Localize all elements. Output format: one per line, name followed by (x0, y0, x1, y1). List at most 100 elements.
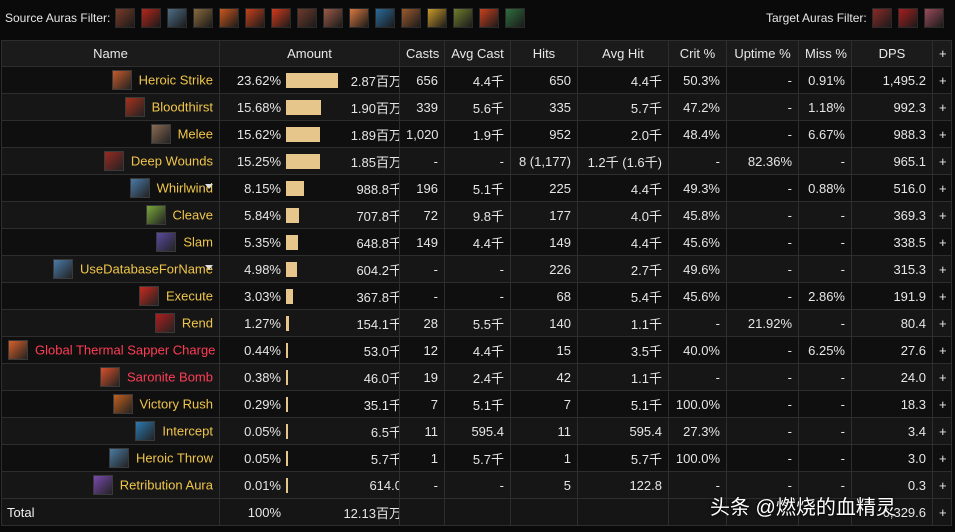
header-name[interactable]: Name (1, 40, 220, 67)
row-add-button[interactable]: + (932, 66, 952, 94)
table-row[interactable]: Slam 5.35% 648.8千 149 4.4千 149 4.4千 45.6% - -338.… (1, 228, 952, 256)
ability-name-cell[interactable]: Melee (1, 120, 220, 148)
arm-icon[interactable] (323, 8, 344, 28)
row-add-button[interactable]: + (932, 390, 952, 418)
table-row[interactable]: Global Thermal Sapper Charge 0.44% 53.0千 12… (1, 336, 952, 364)
row-add-button[interactable]: + (932, 201, 952, 229)
ability-name: Execute (166, 288, 213, 304)
sunder-icon[interactable] (923, 8, 944, 28)
chevron-down-icon[interactable] (205, 265, 213, 270)
ability-name-cell[interactable]: Victory Rush (1, 390, 220, 418)
ability-name-cell[interactable]: Slam (1, 228, 220, 256)
ability-name-cell[interactable]: UseDatabaseForName (1, 255, 220, 283)
row-add-button[interactable]: + (932, 228, 952, 256)
table-row[interactable]: Heroic Strike 23.62% 2.87百万 656 4.4千 650 4.4千 5… (1, 66, 952, 94)
crit-cell: 27.3% (668, 417, 727, 445)
rend-icon[interactable] (897, 8, 918, 28)
ability-name-cell[interactable]: Heroic Strike (1, 66, 220, 94)
total-hits (510, 498, 578, 526)
rage-icon[interactable] (271, 8, 292, 28)
ability-name-cell[interactable]: Whirlwind (1, 174, 220, 202)
crossed-blades-icon[interactable] (167, 8, 188, 28)
flame-hand-icon[interactable] (219, 8, 240, 28)
row-add-button[interactable]: + (932, 309, 952, 337)
row-add-button[interactable]: + (932, 174, 952, 202)
demon-icon[interactable] (401, 8, 422, 28)
header-casts[interactable]: Casts (399, 40, 445, 67)
table-row[interactable]: Whirlwind 8.15% 988.8千 196 5.1千 225 4.4千 49.3% -… (1, 174, 952, 202)
ability-name-cell[interactable]: Global Thermal Sapper Charge (1, 336, 220, 364)
ability-name-cell[interactable]: Saronite Bomb (1, 363, 220, 391)
row-add-button[interactable]: + (932, 282, 952, 310)
claw-icon[interactable] (297, 8, 318, 28)
amount-bar-track (286, 153, 340, 169)
uptime-cell: - (726, 390, 799, 418)
header-amount[interactable]: Amount (219, 40, 400, 67)
ability-name-cell[interactable]: Rend (1, 309, 220, 337)
row-add-button[interactable]: + (932, 471, 952, 499)
gold-shield-icon[interactable] (427, 8, 448, 28)
slash-icon[interactable] (349, 8, 370, 28)
table-row[interactable]: Saronite Bomb 0.38% 46.0千 19 2.4千 42 1.1千 - - -24… (1, 363, 952, 391)
ability-name-cell[interactable]: Retribution Aura (1, 471, 220, 499)
table-row[interactable]: Heroic Throw 0.05% 5.7千 1 5.7千 1 5.7千 100.0% - -3… (1, 444, 952, 472)
amount-percent: 15.68% (236, 99, 281, 115)
ability-name-cell[interactable]: Deep Wounds (1, 147, 220, 175)
table-row[interactable]: Execute 3.03% 367.8千 - -68 5.4千 45.6% -2.86% 191… (1, 282, 952, 310)
header-crit[interactable]: Crit % (668, 40, 727, 67)
table-row[interactable]: Melee 15.62% 1.89百万 1,020 1.9千 952 2.0千 48.4% -6… (1, 120, 952, 148)
bear-icon[interactable] (193, 8, 214, 28)
avg-cast-cell: 9.8千 (444, 201, 511, 229)
crit-cell: 48.4% (668, 120, 727, 148)
table-row[interactable]: Rend 1.27% 154.1千 28 5.5千 140 1.1千 -21.92% -80.4… (1, 309, 952, 337)
table-row[interactable]: Cleave 5.84% 707.8千 72 9.8千 177 4.0千 45.8% - -369… (1, 201, 952, 229)
casts-cell: 12 (399, 336, 445, 364)
dps-cell: 18.3 (851, 390, 933, 418)
amount-percent: 0.38% (244, 369, 281, 385)
header-hits[interactable]: Hits (510, 40, 578, 67)
sword-bleed-icon[interactable] (871, 8, 892, 28)
dps-cell: 3.4 (851, 417, 933, 445)
ability-name-cell[interactable]: Cleave (1, 201, 220, 229)
row-add-button[interactable]: + (932, 363, 952, 391)
table-row[interactable]: Victory Rush 0.29% 35.1千 7 5.1千 7 5.1千 100.0% - -… (1, 390, 952, 418)
table-row[interactable]: Intercept 0.05% 6.5千 11 595.4 11 595.4 27.3% - -3… (1, 417, 952, 445)
header-uptime[interactable]: Uptime % (726, 40, 799, 67)
total-add-button[interactable]: + (932, 498, 952, 526)
amount-cell: 23.62% 2.87百万 (219, 66, 400, 94)
shield-wall-icon[interactable] (141, 8, 162, 28)
row-add-button[interactable]: + (932, 147, 952, 175)
frost-icon[interactable] (375, 8, 396, 28)
header-avg-cast[interactable]: Avg Cast (444, 40, 511, 67)
enrage-icon[interactable] (245, 8, 266, 28)
chevron-down-icon[interactable] (205, 184, 213, 189)
row-add-button[interactable]: + (932, 120, 952, 148)
avg-cast-cell: 4.4千 (444, 228, 511, 256)
header-add-column-button[interactable]: + (932, 40, 952, 67)
row-add-button[interactable]: + (932, 255, 952, 283)
fire-potion-icon[interactable] (479, 8, 500, 28)
crit-cell: - (668, 147, 727, 175)
table-row[interactable]: UseDatabaseForName 4.98% 604.2千 - -226 2.7千 49… (1, 255, 952, 283)
ability-name-cell[interactable]: Execute (1, 282, 220, 310)
table-row[interactable]: Deep Wounds 15.25% 1.85百万 - -8 (1,177) 1.2千 (… (1, 147, 952, 175)
casts-cell: - (399, 471, 445, 499)
uptime-cell: - (726, 417, 799, 445)
armor-icon[interactable] (453, 8, 474, 28)
ability-name-cell[interactable]: Intercept (1, 417, 220, 445)
row-add-button[interactable]: + (932, 444, 952, 472)
amount-value: 988.8千 (356, 181, 400, 197)
green-sword-icon[interactable] (505, 8, 526, 28)
row-add-button[interactable]: + (932, 336, 952, 364)
header-miss[interactable]: Miss % (798, 40, 852, 67)
ability-name-cell[interactable]: Bloodthirst (1, 93, 220, 121)
row-add-button[interactable]: + (932, 93, 952, 121)
dps-cell: 965.1 (851, 147, 933, 175)
ability-name-cell[interactable]: Heroic Throw (1, 444, 220, 472)
header-dps[interactable]: DPS (851, 40, 933, 67)
row-add-button[interactable]: + (932, 417, 952, 445)
table-row[interactable]: Bloodthirst 15.68% 1.90百万 339 5.6千 335 5.7千 47.… (1, 93, 952, 121)
fist-icon[interactable] (115, 8, 136, 28)
total-percent: 100% (247, 504, 281, 520)
header-avg-hit[interactable]: Avg Hit (577, 40, 669, 67)
